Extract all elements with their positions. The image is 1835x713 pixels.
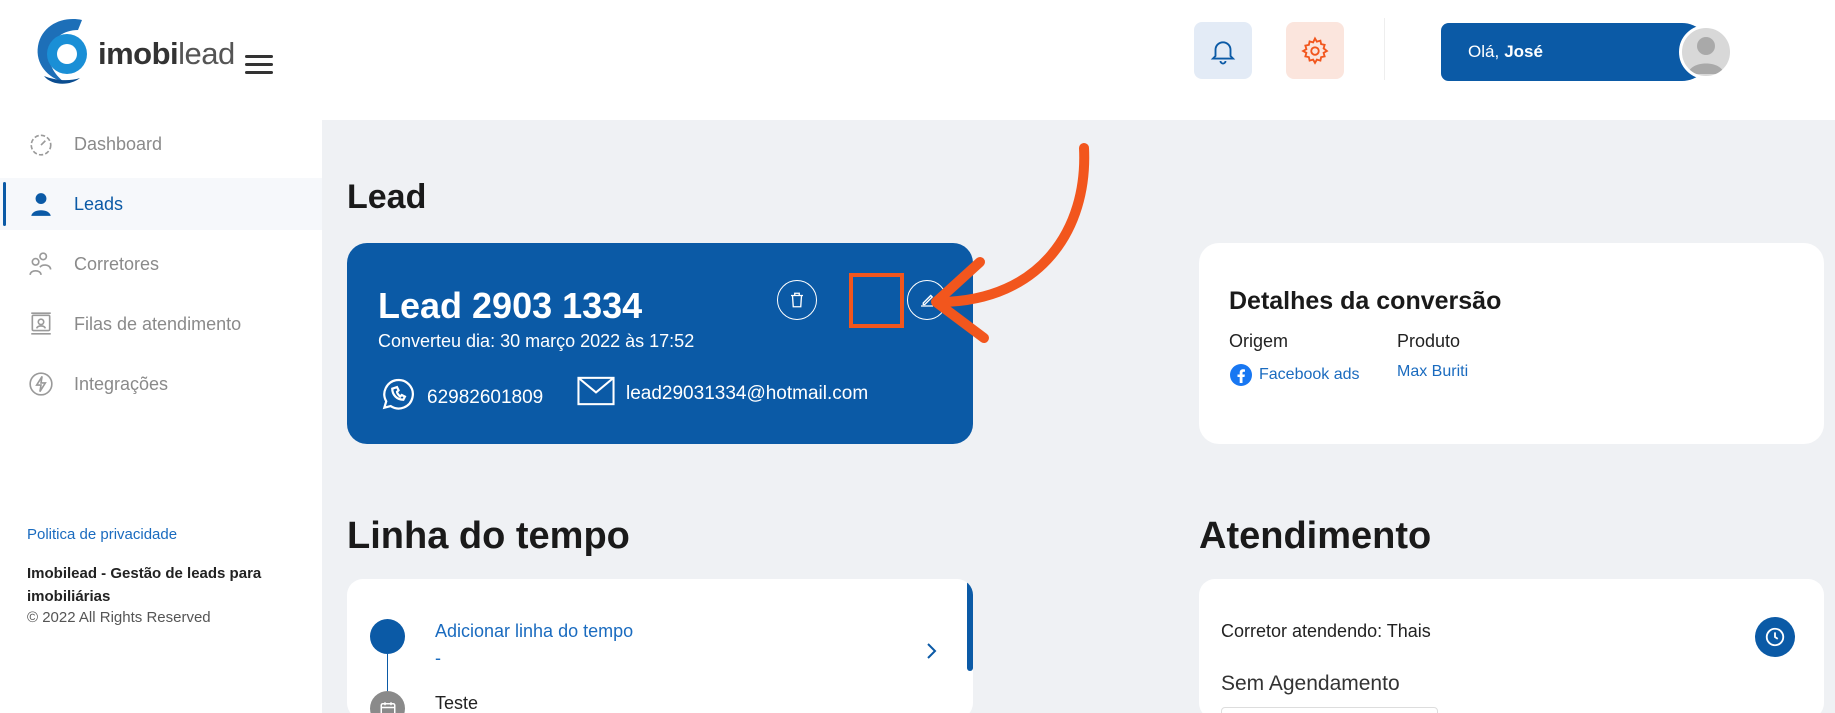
brand-name: imobilead bbox=[98, 36, 235, 71]
bolt-icon bbox=[28, 371, 54, 397]
attendance-heading: Atendimento bbox=[1199, 515, 1432, 557]
sidebar-item-leads[interactable]: Leads bbox=[0, 178, 322, 230]
timeline-subtext: - bbox=[435, 648, 441, 668]
bell-icon bbox=[1210, 40, 1236, 64]
sidebar: Dashboard Leads Corretores Filas de aten… bbox=[0, 118, 322, 418]
sidebar-item-filas[interactable]: Filas de atendimento bbox=[0, 298, 322, 350]
users-icon bbox=[28, 251, 54, 277]
sidebar-item-dashboard[interactable]: Dashboard bbox=[0, 118, 322, 170]
attendance-card: Corretor atendendo: Thais Sem Agendament… bbox=[1199, 579, 1824, 713]
timeline-card: Adicionar linha do tempo - Teste bbox=[347, 579, 973, 713]
company-name: Imobilead - Gestão de leads para imobili… bbox=[27, 565, 262, 605]
logo-icon bbox=[34, 16, 96, 86]
user-menu-button[interactable]: Olá, José bbox=[1441, 23, 1711, 81]
settings-button[interactable] bbox=[1286, 22, 1344, 79]
phone-number: 62982601809 bbox=[427, 387, 544, 408]
privacy-link[interactable]: Politica de privacidade bbox=[27, 526, 177, 543]
greeting-text: Olá, bbox=[1468, 42, 1500, 61]
timeline-connector bbox=[387, 654, 388, 694]
menu-toggle-icon[interactable] bbox=[245, 55, 273, 77]
delete-lead-button[interactable] bbox=[777, 280, 817, 320]
sidebar-item-label: Corretores bbox=[74, 253, 160, 274]
trash-icon bbox=[791, 292, 803, 308]
timeline-heading: Linha do tempo bbox=[347, 515, 630, 557]
timeline-item: Teste bbox=[435, 693, 479, 713]
sidebar-item-label: Dashboard bbox=[74, 133, 163, 154]
facebook-icon bbox=[1230, 364, 1252, 386]
clock-icon bbox=[1765, 627, 1785, 647]
whatsapp-icon bbox=[378, 376, 416, 420]
page-title: Lead bbox=[347, 178, 427, 216]
timeline-dot bbox=[370, 619, 405, 654]
add-timeline-link[interactable]: Adicionar linha do tempo bbox=[435, 621, 633, 642]
lead-email[interactable]: lead29031334@hotmail.com bbox=[577, 376, 868, 412]
dashboard-icon bbox=[28, 131, 54, 157]
schedule-status: Sem Agendamento bbox=[1221, 672, 1400, 695]
chevron-right-icon[interactable] bbox=[925, 641, 939, 666]
user-avatar-icon bbox=[1688, 37, 1724, 74]
lead-converted-date: Converteu dia: 30 março 2022 às 17:52 bbox=[378, 331, 695, 351]
scrollbar[interactable] bbox=[967, 579, 973, 671]
lead-title: Lead 2903 1334 bbox=[378, 285, 643, 326]
calendar-icon bbox=[380, 701, 395, 713]
notifications-button[interactable] bbox=[1194, 22, 1252, 79]
product-label: Produto bbox=[1397, 331, 1461, 351]
header-divider bbox=[1384, 18, 1385, 80]
highlight-annotation bbox=[849, 273, 904, 328]
lead-phone[interactable]: 62982601809 bbox=[378, 376, 543, 420]
sidebar-item-label: Filas de atendimento bbox=[74, 313, 242, 334]
user-icon bbox=[28, 191, 54, 217]
brand-logo[interactable]: imobilead bbox=[34, 16, 235, 86]
gear-icon bbox=[1301, 36, 1329, 65]
user-name: José bbox=[1504, 42, 1543, 61]
sidebar-item-label: Leads bbox=[74, 193, 124, 214]
sidebar-item-integracoes[interactable]: Integrações bbox=[0, 358, 322, 410]
conversion-details-card: Detalhes da conversão Origem Produto Fac… bbox=[1199, 243, 1824, 444]
sidebar-item-corretores[interactable]: Corretores bbox=[0, 238, 322, 290]
broker-text: Corretor atendendo: Thais bbox=[1221, 621, 1431, 641]
product-value[interactable]: Max Buriti bbox=[1397, 363, 1468, 381]
conversion-title: Detalhes da conversão bbox=[1229, 287, 1502, 315]
product-text: Max Buriti bbox=[1397, 363, 1469, 380]
avatar[interactable] bbox=[1679, 25, 1733, 79]
origin-label: Origem bbox=[1229, 331, 1289, 351]
email-address: lead29031334@hotmail.com bbox=[626, 383, 869, 404]
queue-icon bbox=[28, 311, 54, 337]
copyright-text: © 2022 All Rights Reserved bbox=[27, 609, 211, 626]
schedule-input[interactable] bbox=[1221, 707, 1438, 713]
timeline-event-marker bbox=[370, 691, 405, 713]
origin-text: Facebook ads bbox=[1259, 366, 1360, 383]
schedule-button[interactable] bbox=[1755, 617, 1795, 657]
annotation-arrow-icon bbox=[931, 143, 1090, 343]
sidebar-item-label: Integrações bbox=[74, 373, 169, 394]
origin-value[interactable]: Facebook ads bbox=[1229, 363, 1360, 387]
mail-icon bbox=[577, 376, 615, 412]
